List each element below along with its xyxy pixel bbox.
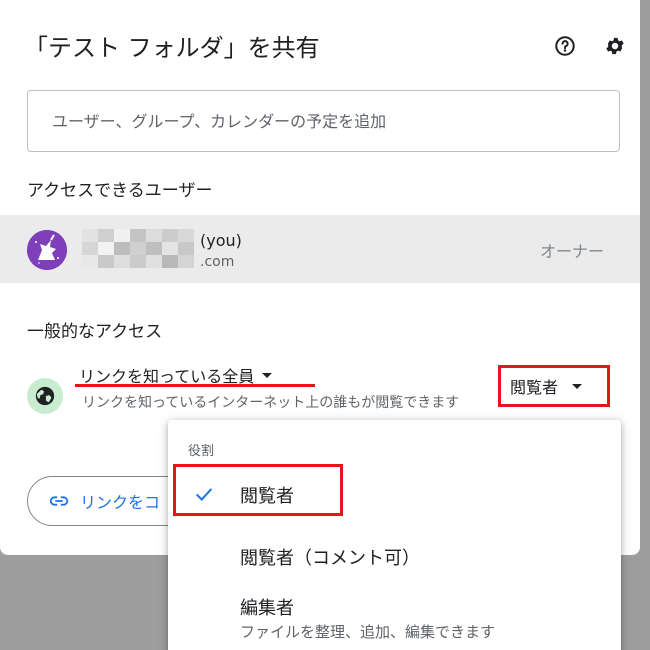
checkmark-icon (192, 482, 216, 506)
role-option-commenter[interactable]: 閲覧者（コメント可） (168, 532, 621, 580)
add-people-field[interactable] (27, 90, 620, 152)
people-with-access-heading: アクセスできるユーザー (27, 181, 213, 201)
role-option-label: 編集者 (240, 598, 294, 619)
role-option-editor[interactable]: 編集者 ファイルを整理、追加、編集できます (168, 586, 621, 650)
add-people-input[interactable] (28, 91, 619, 151)
user-role-label: オーナー (539, 242, 604, 261)
link-access-description: リンクを知っているインターネット上の誰もが閲覧できます (82, 395, 460, 411)
user-email-suffix: .com (200, 254, 235, 270)
role-option-label: 閲覧者 (240, 486, 294, 507)
role-menu: 役割 閲覧者 閲覧者（コメント可） 編集者 ファイルを整理、追加、編集できます (168, 420, 621, 650)
role-dropdown-button[interactable]: 閲覧者 (498, 365, 610, 407)
role-dropdown-label: 閲覧者 (510, 378, 559, 397)
general-access-heading: 一般的なアクセス (27, 322, 163, 342)
user-row[interactable]: (you) .com オーナー (0, 215, 640, 283)
unicorn-avatar-icon (27, 230, 67, 270)
link-icon (49, 496, 69, 506)
copy-link-label: リンクをコ (80, 493, 161, 512)
help-circle-icon[interactable] (553, 34, 577, 58)
role-menu-header: 役割 (188, 444, 215, 459)
role-option-viewer[interactable]: 閲覧者 (168, 468, 621, 520)
role-option-label: 閲覧者（コメント可） (240, 548, 420, 569)
chevron-down-icon (262, 372, 273, 378)
role-option-description: ファイルを整理、追加、編集できます (240, 623, 496, 641)
chevron-down-icon (572, 383, 583, 389)
highlight-underline (75, 384, 315, 387)
gear-icon[interactable] (603, 34, 627, 58)
dialog-title: 「テスト フォルダ」を共有 (24, 34, 320, 62)
user-name-suffix: (you) (200, 231, 242, 250)
globe-icon (27, 378, 63, 414)
redacted-user-name (82, 229, 194, 268)
